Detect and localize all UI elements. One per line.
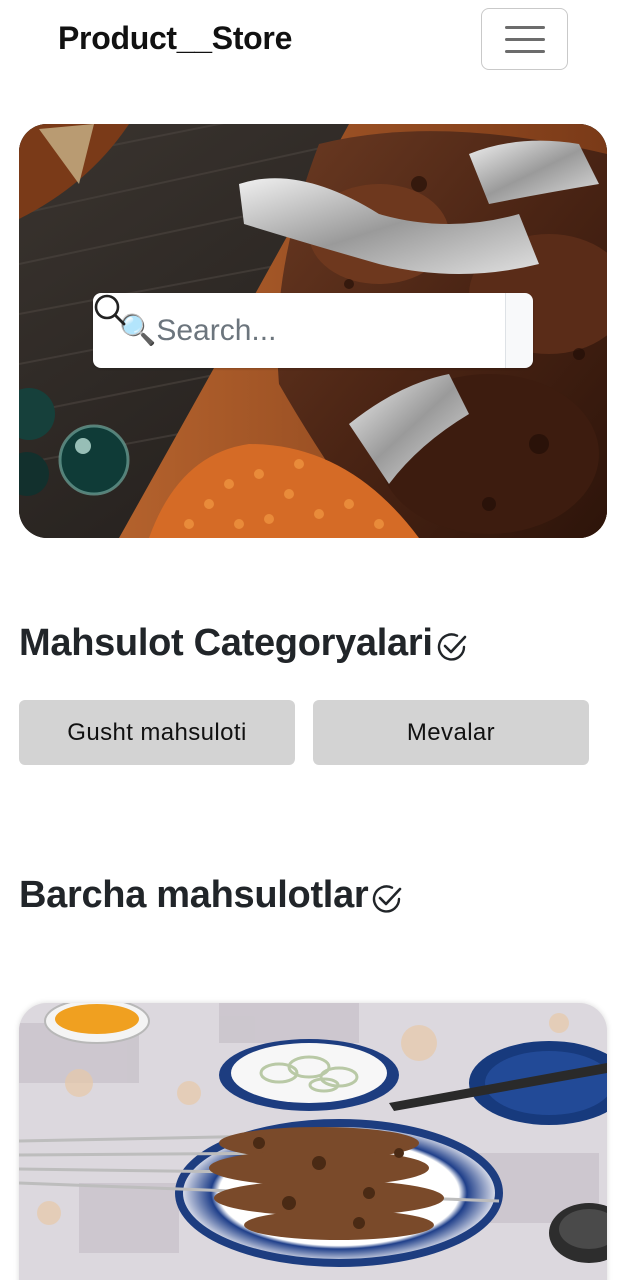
categories-title: Mahsulot Categoryalari: [19, 622, 433, 664]
all-products-heading: Barcha mahsulotlar: [19, 874, 404, 917]
category-button-mevalar[interactable]: Mevalar: [313, 700, 589, 765]
product-card[interactable]: [19, 1003, 607, 1280]
navbar-toggler-button[interactable]: [481, 8, 568, 70]
all-products-title: Barcha mahsulotlar: [19, 874, 369, 916]
navbar: Product__Store: [0, 0, 625, 80]
check-circle-icon: [437, 632, 466, 661]
product-image: [19, 1003, 607, 1280]
search-bar: [93, 293, 533, 368]
check-circle-icon: [373, 884, 402, 913]
hamburger-menu-icon: [504, 25, 545, 29]
category-button-gusht[interactable]: Gusht mahsuloti: [19, 700, 295, 765]
search-input[interactable]: [93, 293, 505, 368]
search-icon: [94, 294, 126, 326]
hero-banner: [19, 124, 607, 538]
categories-heading: Mahsulot Categoryalari: [19, 622, 469, 665]
brand-logo[interactable]: Product__Store: [58, 20, 292, 57]
search-button[interactable]: [94, 293, 533, 368]
